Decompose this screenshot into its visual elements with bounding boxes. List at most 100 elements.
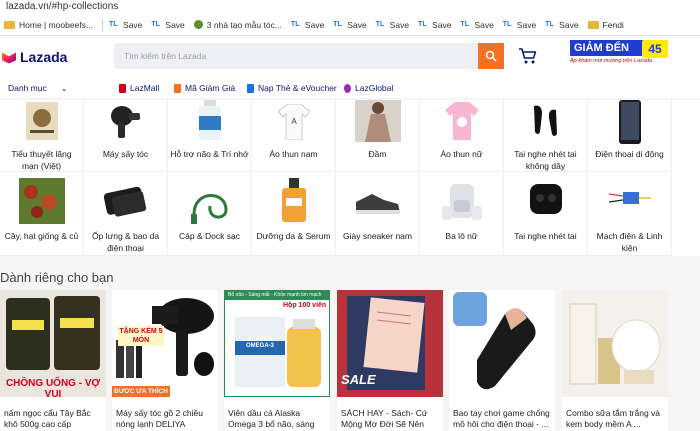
category-label: Mạch điện & Linh kiện bbox=[596, 231, 663, 253]
bookmark-item[interactable]: TL Save bbox=[109, 20, 142, 30]
wireless-earbuds-image bbox=[533, 105, 557, 136]
bookmark-item[interactable]: TL Save bbox=[545, 20, 578, 30]
product-image: CHỒNG UỐNG - VỢ VUI bbox=[0, 290, 106, 397]
product-card[interactable]: Bao tay chơi game chống mồ hôi cho điện … bbox=[449, 290, 555, 431]
tl-icon: TL bbox=[151, 21, 160, 28]
charging-cable-image bbox=[190, 194, 228, 224]
bookmark-label: Home | moobeefs... bbox=[19, 19, 94, 30]
product-image: TẶNG KÈM 5 MÓN ĐƯỢC ƯA THÍCH bbox=[112, 290, 218, 397]
product-card[interactable]: CHỒNG UỐNG - VỢ VUI nấm ngọc cẩu Tây Bắc… bbox=[0, 290, 106, 431]
bookmark-item[interactable]: TL Save bbox=[503, 20, 536, 30]
bookmark-item[interactable]: TL Save bbox=[460, 20, 493, 30]
bookmark-item[interactable]: TL Save bbox=[376, 20, 409, 30]
bookmark-item[interactable]: Home | moobeefs... bbox=[4, 20, 93, 30]
category-tile[interactable]: Mạch điện & Linh kiện bbox=[588, 172, 672, 256]
svg-text:A: A bbox=[291, 117, 297, 126]
product-card[interactable]: TẶNG KÈM 5 MÓN ĐƯỢC ƯA THÍCH Máy sấy tóc… bbox=[112, 290, 218, 431]
nav-lazmall[interactable]: LazMall bbox=[119, 83, 159, 93]
product-image-text: CHỒNG UỐNG - VỢ VUI bbox=[5, 378, 101, 397]
product-card[interactable]: Bổ não - Sáng mắt - Khỏe mạnh tim mạch A… bbox=[224, 290, 330, 431]
product-brand-text: ALASKA OMEGA-3 bbox=[245, 337, 274, 349]
nav-voucher[interactable]: Mã Giảm Giá bbox=[174, 83, 235, 93]
sale-text: SALE bbox=[341, 372, 376, 387]
product-count-badge: Hộp 100 viên bbox=[283, 302, 327, 309]
bookmark-label: Save bbox=[516, 19, 537, 30]
category-label: Dưỡng da & Serum bbox=[256, 231, 331, 241]
promo-subtext: Áp khám mới mường trên Lazada bbox=[570, 58, 652, 64]
serum-image bbox=[281, 178, 306, 222]
promo-banner[interactable]: GIẢM ĐẾN 45 Áp khám mới mường trên Lazad… bbox=[570, 40, 668, 68]
category-tile[interactable]: Tai nghe nhét tai bbox=[504, 172, 588, 256]
bookmark-item[interactable]: TL Save bbox=[151, 20, 184, 30]
category-menu[interactable]: Danh mục ⌄ bbox=[8, 83, 67, 93]
category-tile[interactable]: Tai nghe nhét tai không dây bbox=[504, 100, 588, 172]
address-bar[interactable]: lazada.vn/#hp-collections bbox=[0, 0, 700, 14]
topup-icon bbox=[247, 83, 254, 93]
folder-icon bbox=[587, 20, 599, 29]
tl-icon: TL bbox=[290, 21, 300, 28]
bookmark-item[interactable]: TL Save bbox=[291, 20, 324, 30]
bookmark-label: Save bbox=[432, 19, 452, 30]
product-title: Viên dầu cá Alaska Omega 3 bổ não, sáng … bbox=[228, 408, 315, 431]
nav-label: Mã Giảm Giá bbox=[185, 83, 236, 93]
category-label: Danh mục bbox=[8, 83, 47, 93]
lazglobal-icon bbox=[344, 83, 351, 93]
category-tile[interactable]: Cáp & Dock sạc bbox=[168, 172, 252, 256]
category-tile[interactable]: Hỗ trợ não & Trí nhớ bbox=[168, 100, 252, 172]
voucher-icon bbox=[174, 83, 181, 93]
category-label: Tai nghe nhét tai bbox=[514, 231, 577, 241]
bookmark-item[interactable]: TL Save bbox=[418, 20, 451, 30]
bookmark-item[interactable]: 3 nhà tạo mẫu tóc... bbox=[193, 19, 282, 30]
book-image bbox=[25, 102, 58, 140]
search-button[interactable] bbox=[478, 43, 504, 69]
product-card[interactable]: SALE SÁCH HAY - Sách- Cứ Mộng Mơ Đời Sẽ … bbox=[337, 290, 443, 431]
category-tile[interactable]: Điện thoại di động bbox=[588, 100, 672, 172]
tl-icon: TL bbox=[502, 21, 512, 28]
bookmark-label: Save bbox=[123, 19, 143, 30]
bookmark-item[interactable]: Fendi bbox=[587, 20, 624, 30]
lazada-heart-icon bbox=[2, 51, 16, 64]
category-tile[interactable]: Đầm bbox=[336, 100, 420, 172]
category-tile[interactable]: Tiểu thuyết lãng mạn (Việt) bbox=[0, 100, 84, 172]
category-tile[interactable]: Cây, hạt giống & củ bbox=[0, 172, 84, 256]
nav-lazglobal[interactable]: LazGlobal bbox=[344, 83, 393, 93]
product-image: Bổ não - Sáng mắt - Khỏe mạnh tim mạch A… bbox=[224, 290, 330, 397]
category-tile[interactable]: Dưỡng da & Serum bbox=[252, 172, 336, 256]
category-label: Cây, hạt giống & củ bbox=[4, 231, 79, 241]
bookmark-label: Save bbox=[165, 19, 185, 30]
product-image bbox=[562, 290, 668, 397]
bookmark-label: Save bbox=[559, 19, 579, 30]
category-tile[interactable]: Áo thun nữ bbox=[420, 100, 504, 172]
search-input[interactable]: Tìm kiếm trên Lazada bbox=[114, 43, 478, 69]
lazada-logo[interactable]: Lazada bbox=[2, 49, 112, 65]
category-label: Điện thoại di động bbox=[595, 149, 664, 159]
promo-text: GIẢM ĐẾN bbox=[570, 40, 644, 56]
earbuds-case-image bbox=[529, 184, 562, 214]
tl-icon: TL bbox=[460, 21, 469, 28]
category-label: Giày sneaker nam bbox=[343, 231, 412, 241]
category-tile[interactable]: Ba lô nữ bbox=[420, 172, 504, 256]
category-tile[interactable]: Giày sneaker nam bbox=[336, 172, 420, 256]
product-image bbox=[449, 290, 555, 397]
nav-bar: Danh mục ⌄ LazMall Mã Giảm Giá Nạp Thẻ &… bbox=[0, 78, 700, 98]
bookmark-item[interactable]: TL Save bbox=[333, 20, 366, 30]
nav-topup[interactable]: Nạp Thẻ & eVoucher bbox=[247, 83, 337, 93]
category-tile[interactable]: Ốp lưng & bao da điện thoại bbox=[84, 172, 168, 256]
nav-label: LazMall bbox=[130, 83, 160, 93]
search-icon bbox=[485, 50, 497, 62]
category-tile[interactable]: A Áo thun nam bbox=[252, 100, 336, 172]
dress-image bbox=[354, 100, 401, 142]
category-row: Cây, hạt giống & củ Ốp lưng & bao da điệ… bbox=[0, 172, 700, 256]
bookmark-label: 3 nhà tạo mẫu tóc... bbox=[206, 19, 282, 30]
tl-icon: TL bbox=[418, 21, 427, 28]
product-title: Máy sấy tóc gồ 2 chiều nóng lạnh DELIYA … bbox=[116, 408, 203, 431]
cart-icon[interactable] bbox=[518, 47, 538, 65]
mens-tshirt-image: A bbox=[277, 104, 310, 140]
product-title: Combo sữa tắm trắng và kem body mềm A ..… bbox=[566, 408, 661, 429]
product-card[interactable]: Combo sữa tắm trắng và kem body mềm A ..… bbox=[562, 290, 668, 431]
category-tile[interactable]: Máy sấy tóc bbox=[84, 100, 168, 172]
category-label: Tiểu thuyết lãng mạn (Việt) bbox=[11, 149, 72, 171]
tl-icon: TL bbox=[545, 21, 554, 28]
plants-image bbox=[18, 178, 65, 224]
logo-text: Lazada bbox=[20, 49, 68, 65]
